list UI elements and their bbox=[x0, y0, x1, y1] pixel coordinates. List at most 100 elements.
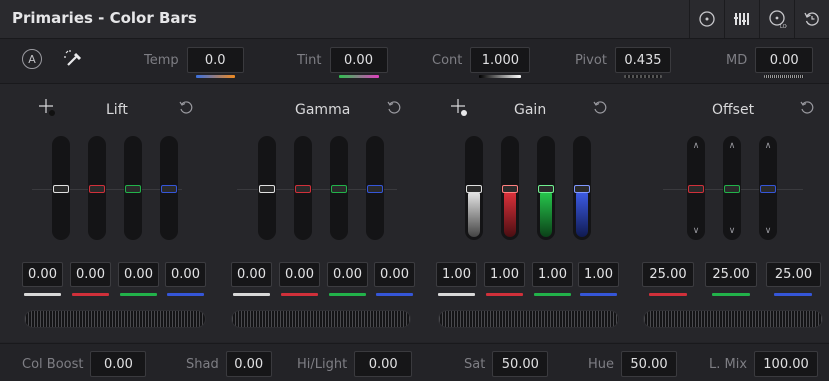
gamma-g-handle[interactable] bbox=[331, 185, 347, 193]
gamma-y-handle[interactable] bbox=[259, 185, 275, 193]
gamma-g-slider[interactable] bbox=[330, 136, 348, 240]
lmix-field: L. Mix 100.00 bbox=[709, 351, 819, 377]
auto-balance-button[interactable]: A bbox=[22, 49, 42, 69]
gain-r-slider[interactable] bbox=[501, 136, 519, 240]
temp-input[interactable]: 0.0 bbox=[186, 47, 244, 78]
gamma-g-colorbar bbox=[329, 293, 366, 296]
offset-reset-icon[interactable] bbox=[799, 100, 815, 120]
bars-icon[interactable] bbox=[724, 0, 759, 38]
gain-g-handle[interactable] bbox=[538, 185, 554, 193]
eyedropper-icon[interactable] bbox=[63, 49, 85, 73]
gain-master-jog[interactable] bbox=[438, 310, 619, 328]
gain-g-slider[interactable] bbox=[537, 136, 555, 240]
gamma-r-slider[interactable] bbox=[294, 136, 312, 240]
offset-b-handle[interactable] bbox=[760, 185, 776, 193]
cont-label: Cont bbox=[432, 52, 463, 68]
lift-g-value[interactable]: 0.00 bbox=[118, 262, 159, 287]
lift-b-handle[interactable] bbox=[161, 185, 177, 193]
lift-r-value[interactable]: 0.00 bbox=[70, 262, 111, 287]
gain-r-value[interactable]: 1.00 bbox=[484, 262, 525, 287]
gain-b-handle[interactable] bbox=[574, 185, 590, 193]
gamma-y-value[interactable]: 0.00 bbox=[231, 262, 272, 287]
cont-input[interactable]: 1.000 bbox=[470, 47, 531, 78]
offset-g-colorbar bbox=[712, 293, 750, 296]
temp-gradient bbox=[195, 75, 235, 78]
lift-picker-icon[interactable] bbox=[38, 98, 58, 122]
gain-picker-icon[interactable] bbox=[450, 98, 470, 122]
md-field: MD 0.00 bbox=[726, 47, 814, 78]
lift-title: Lift bbox=[106, 102, 128, 118]
offset-g-value[interactable]: 25.00 bbox=[705, 262, 757, 287]
lmix-input[interactable]: 100.00 bbox=[754, 351, 819, 377]
offset-g-slider[interactable]: ∧ ∨ bbox=[723, 136, 741, 240]
gamma-y-slider[interactable] bbox=[258, 136, 276, 240]
primaries-panel: Primaries - Color Bars LOG A Temp bbox=[0, 0, 829, 381]
offset-b-down-icon[interactable]: ∨ bbox=[762, 226, 774, 236]
gain-y-value[interactable]: 1.00 bbox=[436, 262, 477, 287]
offset-master-jog[interactable] bbox=[643, 310, 823, 328]
gamma-r-handle[interactable] bbox=[295, 185, 311, 193]
gain-r-colorbar bbox=[486, 293, 523, 296]
lift-g-handle[interactable] bbox=[125, 185, 141, 193]
sat-input[interactable]: 50.00 bbox=[492, 351, 549, 377]
lift-r-handle[interactable] bbox=[89, 185, 105, 193]
shad-field: Shad 0.00 bbox=[186, 351, 272, 377]
tint-input[interactable]: 0.00 bbox=[329, 47, 388, 78]
offset-b-slider[interactable]: ∧ ∨ bbox=[759, 136, 777, 240]
reset-all-icon[interactable] bbox=[794, 0, 829, 38]
gamma-master-jog[interactable] bbox=[231, 310, 411, 328]
md-input[interactable]: 0.00 bbox=[755, 47, 814, 78]
gamma-b-value[interactable]: 0.00 bbox=[374, 262, 415, 287]
cont-field: Cont 1.000 bbox=[432, 47, 531, 78]
offset-r-down-icon[interactable]: ∨ bbox=[690, 226, 702, 236]
panel-title: Primaries - Color Bars bbox=[12, 9, 197, 27]
pivot-label: Pivot bbox=[575, 52, 607, 68]
target-icon[interactable] bbox=[689, 0, 724, 38]
log-icon[interactable]: LOG bbox=[759, 0, 794, 38]
tint-field: Tint 0.00 bbox=[297, 47, 388, 78]
offset-r-value[interactable]: 25.00 bbox=[642, 262, 694, 287]
col-boost-input[interactable]: 0.00 bbox=[90, 351, 147, 377]
shad-input[interactable]: 0.00 bbox=[225, 351, 272, 377]
lift-b-value[interactable]: 0.00 bbox=[165, 262, 206, 287]
pivot-value: 0.435 bbox=[624, 52, 662, 68]
gamma-b-handle[interactable] bbox=[367, 185, 383, 193]
gain-reset-icon[interactable] bbox=[592, 100, 608, 120]
temp-label: Temp bbox=[144, 52, 179, 68]
pivot-gradient bbox=[623, 75, 662, 78]
gain-b-slider[interactable] bbox=[573, 136, 591, 240]
hilight-input[interactable]: 0.00 bbox=[354, 351, 413, 377]
gamma-g-value[interactable]: 0.00 bbox=[327, 262, 368, 287]
color-bars-area: Lift 0.00 0.00 0.00 0.00 Gamma 0.00 0.00… bbox=[0, 84, 829, 342]
offset-r-slider[interactable]: ∧ ∨ bbox=[687, 136, 705, 240]
col-boost-field: Col Boost 0.00 bbox=[22, 351, 147, 377]
lift-y-value[interactable]: 0.00 bbox=[22, 262, 63, 287]
lift-b-slider[interactable] bbox=[160, 136, 178, 240]
offset-r-handle[interactable] bbox=[688, 185, 704, 193]
tint-label: Tint bbox=[297, 52, 322, 68]
offset-b-up-icon[interactable]: ∧ bbox=[762, 141, 774, 151]
gain-y-handle[interactable] bbox=[466, 185, 482, 193]
gamma-b-slider[interactable] bbox=[366, 136, 384, 240]
offset-r-up-icon[interactable]: ∧ bbox=[690, 141, 702, 151]
lift-y-handle[interactable] bbox=[53, 185, 69, 193]
lift-master-jog[interactable] bbox=[24, 310, 206, 328]
gain-b-value[interactable]: 1.00 bbox=[578, 262, 619, 287]
lift-reset-icon[interactable] bbox=[178, 100, 194, 120]
offset-g-handle[interactable] bbox=[724, 185, 740, 193]
lift-y-slider[interactable] bbox=[52, 136, 70, 240]
gamma-title: Gamma bbox=[295, 102, 351, 118]
gamma-reset-icon[interactable] bbox=[386, 100, 402, 120]
gain-y-slider[interactable] bbox=[465, 136, 483, 240]
lift-g-slider[interactable] bbox=[124, 136, 142, 240]
hue-input[interactable]: 50.00 bbox=[621, 351, 678, 377]
offset-g-up-icon[interactable]: ∧ bbox=[726, 141, 738, 151]
gamma-r-value[interactable]: 0.00 bbox=[279, 262, 320, 287]
gain-g-value[interactable]: 1.00 bbox=[532, 262, 573, 287]
md-gradient bbox=[764, 75, 805, 78]
offset-g-down-icon[interactable]: ∨ bbox=[726, 226, 738, 236]
offset-b-value[interactable]: 25.00 bbox=[766, 262, 821, 287]
gain-r-handle[interactable] bbox=[502, 185, 518, 193]
lift-r-slider[interactable] bbox=[88, 136, 106, 240]
pivot-input[interactable]: 0.435 bbox=[614, 47, 671, 78]
